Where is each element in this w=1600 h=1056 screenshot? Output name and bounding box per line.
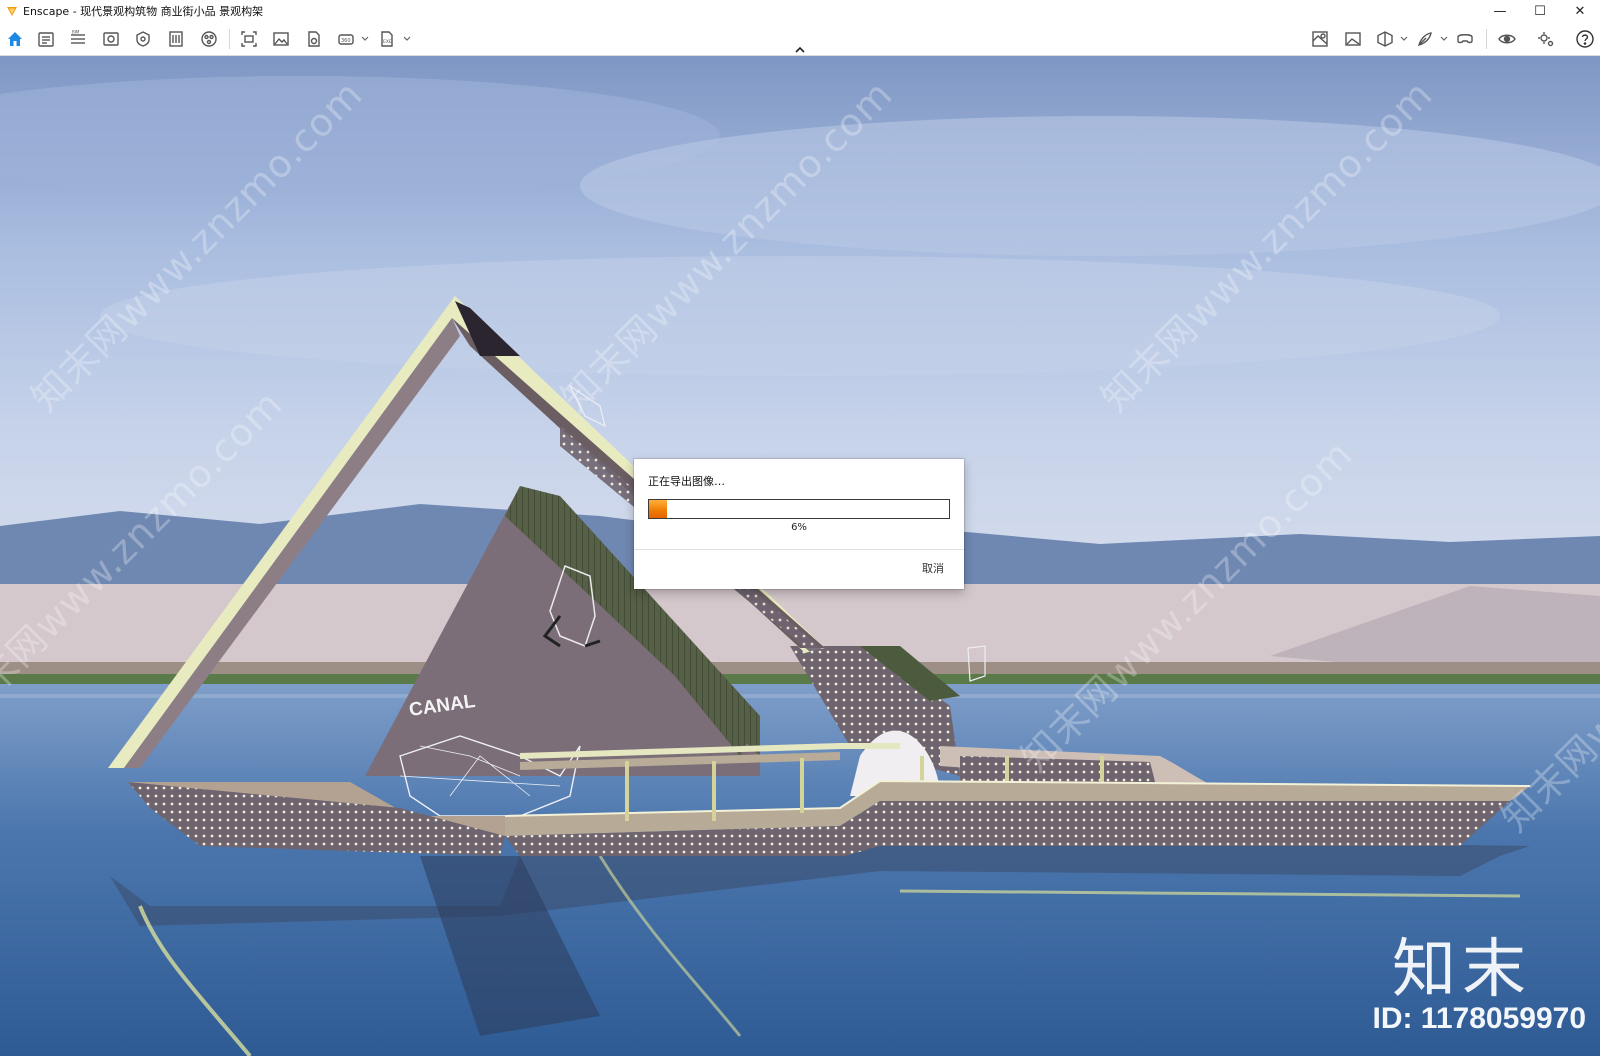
vr-headset-icon[interactable] xyxy=(1454,28,1476,50)
image-export-icon[interactable] xyxy=(270,28,292,50)
main-toolbar: BIM 360 EXE xyxy=(0,22,1600,56)
help-icon[interactable] xyxy=(1574,28,1596,50)
progress-bar-fill xyxy=(649,500,667,518)
settings-icon[interactable] xyxy=(1535,28,1557,50)
toolbar-separator xyxy=(1486,29,1487,49)
batch-render-icon[interactable] xyxy=(303,28,325,50)
progress-percent-label: 6% xyxy=(791,522,807,533)
views-icon[interactable] xyxy=(100,28,122,50)
close-button[interactable]: ✕ xyxy=(1560,0,1600,22)
exe-dropdown-icon[interactable] xyxy=(403,33,411,45)
cube-view-dropdown-icon[interactable] xyxy=(1400,33,1408,45)
map-icon[interactable] xyxy=(1309,28,1331,50)
title-bar: Enscape - 现代景观构筑物 商业街小品 景观构架 — ☐ ✕ xyxy=(0,0,1600,22)
panorama-icon[interactable]: 360 xyxy=(335,28,357,50)
image-id-label: ID: 1178059970 xyxy=(1372,1002,1586,1035)
screenshot-icon[interactable] xyxy=(238,28,260,50)
minimize-button[interactable]: — xyxy=(1480,0,1520,22)
svg-text:360: 360 xyxy=(341,38,351,44)
panorama-dropdown-icon[interactable] xyxy=(361,33,369,45)
cube-view-icon[interactable] xyxy=(1374,28,1396,50)
exe-export-icon[interactable]: EXE xyxy=(376,28,398,50)
enscape-logo-icon xyxy=(7,7,17,16)
toolbar-separator xyxy=(229,29,230,49)
collapse-toolbar-icon[interactable] xyxy=(794,45,806,55)
visual-settings-icon[interactable] xyxy=(132,28,154,50)
brand-watermark: 知末 xyxy=(1392,933,1532,1007)
asset-library-icon[interactable] xyxy=(35,28,57,50)
home-icon[interactable] xyxy=(4,28,26,50)
cancel-button[interactable]: 取消 xyxy=(922,560,944,576)
eye-icon[interactable] xyxy=(1496,28,1518,50)
progress-bar xyxy=(648,499,950,519)
svg-text:EXE: EXE xyxy=(383,39,392,45)
image-settings-icon[interactable] xyxy=(1342,28,1364,50)
materials-icon[interactable] xyxy=(198,28,220,50)
export-progress-dialog: 正在导出图像… 6% 取消 xyxy=(634,459,964,589)
window-title: Enscape - 现代景观构筑物 商业街小品 景观构架 xyxy=(23,5,264,18)
svg-text:BIM: BIM xyxy=(72,30,80,35)
bim-icon[interactable]: BIM xyxy=(67,28,89,50)
feather-dropdown-icon[interactable] xyxy=(1440,33,1448,45)
feather-icon[interactable] xyxy=(1414,28,1436,50)
dialog-title: 正在导出图像… xyxy=(648,475,725,488)
dialog-divider xyxy=(634,549,964,550)
building-icon[interactable] xyxy=(165,28,187,50)
maximize-button[interactable]: ☐ xyxy=(1520,0,1560,22)
window-controls: — ☐ ✕ xyxy=(1480,0,1600,22)
